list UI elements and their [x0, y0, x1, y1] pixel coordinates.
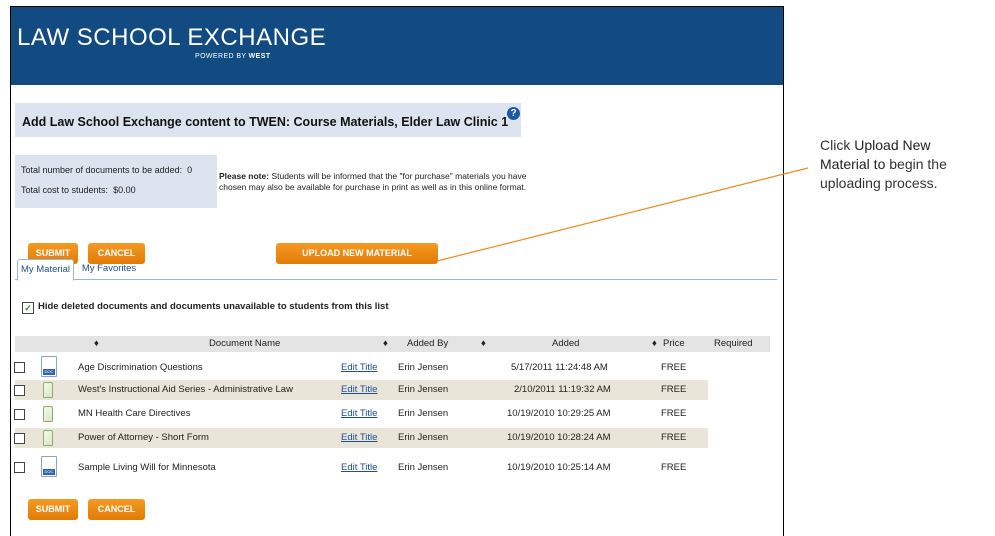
- purchase-note: Please note: Students will be informed t…: [219, 171, 527, 192]
- powered-by-text: POWERED BY WEST: [195, 53, 271, 60]
- table-row: Age Discrimination Questions Edit Title …: [11, 353, 783, 379]
- row-checkbox[interactable]: [14, 385, 25, 396]
- app-window: LAW SCHOOL EXCHANGE POWERED BY WEST Add …: [10, 6, 784, 536]
- added-date: 2/10/2011 11:19:32 AM: [514, 384, 611, 395]
- document-name: MN Health Care Directives: [78, 408, 191, 419]
- row-checkbox[interactable]: [14, 433, 25, 444]
- added-date: 10/19/2010 10:25:14 AM: [507, 462, 611, 473]
- document-name: Power of Attorney - Short Form: [78, 432, 209, 443]
- price: FREE: [661, 408, 687, 419]
- submit-button-bottom[interactable]: SUBMIT: [28, 499, 78, 520]
- row-checkbox[interactable]: [14, 362, 25, 373]
- tab-my-material[interactable]: My Material: [17, 259, 74, 281]
- doc-file-icon: [41, 456, 57, 477]
- table-row: West's Instructional Aid Series - Admini…: [11, 380, 783, 400]
- added-by: Erin Jensen: [398, 384, 449, 395]
- total-documents: Total number of documents to be added: 0: [21, 165, 193, 175]
- price: FREE: [661, 384, 687, 395]
- sort-icon[interactable]: ♦: [94, 338, 99, 349]
- page-title: Add Law School Exchange content to TWEN:…: [22, 115, 509, 129]
- column-added-by[interactable]: Added By: [407, 338, 448, 349]
- price: FREE: [661, 462, 687, 473]
- header-banner: LAW SCHOOL EXCHANGE POWERED BY WEST: [11, 7, 783, 85]
- added-date: 10/19/2010 10:28:24 AM: [507, 432, 611, 443]
- document-name: Sample Living Will for Minnesota: [78, 462, 216, 473]
- added-date: 10/19/2010 10:29:25 AM: [507, 408, 611, 419]
- price: FREE: [661, 432, 687, 443]
- sort-icon[interactable]: ♦: [652, 338, 657, 349]
- edit-title-link[interactable]: Edit Title: [341, 462, 377, 473]
- help-icon[interactable]: ?: [507, 107, 520, 120]
- edit-title-link[interactable]: Edit Title: [341, 384, 377, 395]
- document-name: Age Discrimination Questions: [78, 362, 203, 373]
- column-added[interactable]: Added: [552, 338, 579, 349]
- price: FREE: [661, 362, 687, 373]
- column-price[interactable]: Price: [663, 338, 685, 349]
- sort-icon[interactable]: ♦: [383, 338, 388, 349]
- page-title-bar: Add Law School Exchange content to TWEN:…: [15, 103, 521, 137]
- book-icon: [43, 430, 53, 446]
- hide-deleted-checkbox[interactable]: ✓: [22, 302, 34, 314]
- total-cost: Total cost to students: $0.00: [21, 185, 136, 195]
- tab-my-favorites[interactable]: My Favorites: [79, 259, 139, 279]
- column-required: Required: [714, 338, 753, 349]
- row-checkbox[interactable]: [14, 409, 25, 420]
- hide-deleted-label: Hide deleted documents and documents una…: [38, 301, 389, 312]
- sort-icon[interactable]: ♦: [481, 338, 486, 349]
- edit-title-link[interactable]: Edit Title: [341, 408, 377, 419]
- document-name: West's Instructional Aid Series - Admini…: [78, 384, 293, 395]
- edit-title-link[interactable]: Edit Title: [341, 362, 377, 373]
- added-by: Erin Jensen: [398, 362, 449, 373]
- table-header: ♦ Document Name ♦ Added By ♦ Added ♦ Pri…: [15, 336, 770, 352]
- added-date: 5/17/2011 11:24:48 AM: [511, 362, 608, 373]
- edit-title-link[interactable]: Edit Title: [341, 432, 377, 443]
- added-by: Erin Jensen: [398, 432, 449, 443]
- table-row: Power of Attorney - Short Form Edit Titl…: [11, 428, 783, 448]
- added-by: Erin Jensen: [398, 462, 449, 473]
- doc-file-icon: [41, 356, 57, 377]
- column-document-name[interactable]: Document Name: [209, 338, 280, 349]
- totals-panel: Total number of documents to be added: 0…: [15, 155, 217, 208]
- table-row: MN Health Care Directives Edit Title Eri…: [11, 404, 783, 424]
- cancel-button-bottom[interactable]: CANCEL: [88, 499, 145, 520]
- upload-new-material-button[interactable]: UPLOAD NEW MATERIAL: [276, 243, 438, 264]
- tabs-divider: [15, 279, 777, 280]
- callout-text: Click Upload New Material to begin the u…: [820, 137, 947, 191]
- brand-logo: LAW SCHOOL EXCHANGE: [17, 24, 327, 51]
- book-icon: [43, 382, 53, 398]
- row-checkbox[interactable]: [14, 462, 25, 473]
- table-row: Sample Living Will for Minnesota Edit Ti…: [11, 452, 783, 480]
- book-icon: [43, 406, 53, 422]
- added-by: Erin Jensen: [398, 408, 449, 419]
